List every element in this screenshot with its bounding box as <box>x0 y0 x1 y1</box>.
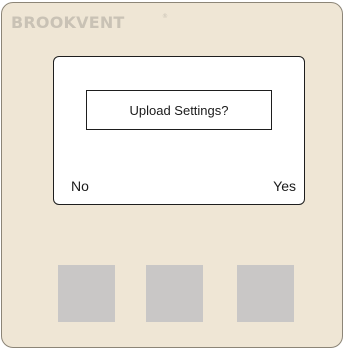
brand-logo: BROOKVENT <box>11 13 125 32</box>
registered-mark: ® <box>162 13 168 20</box>
softkey-no-label: No <box>71 178 89 194</box>
prompt-dialog: Upload Settings? <box>86 90 272 130</box>
left-button[interactable] <box>58 265 115 322</box>
lcd-screen: Upload Settings? No Yes <box>53 56 305 205</box>
softkey-yes-label: Yes <box>273 178 296 194</box>
middle-button[interactable] <box>146 265 203 322</box>
control-panel: BROOKVENT ® Upload Settings? No Yes <box>1 2 343 348</box>
right-button[interactable] <box>237 265 294 322</box>
